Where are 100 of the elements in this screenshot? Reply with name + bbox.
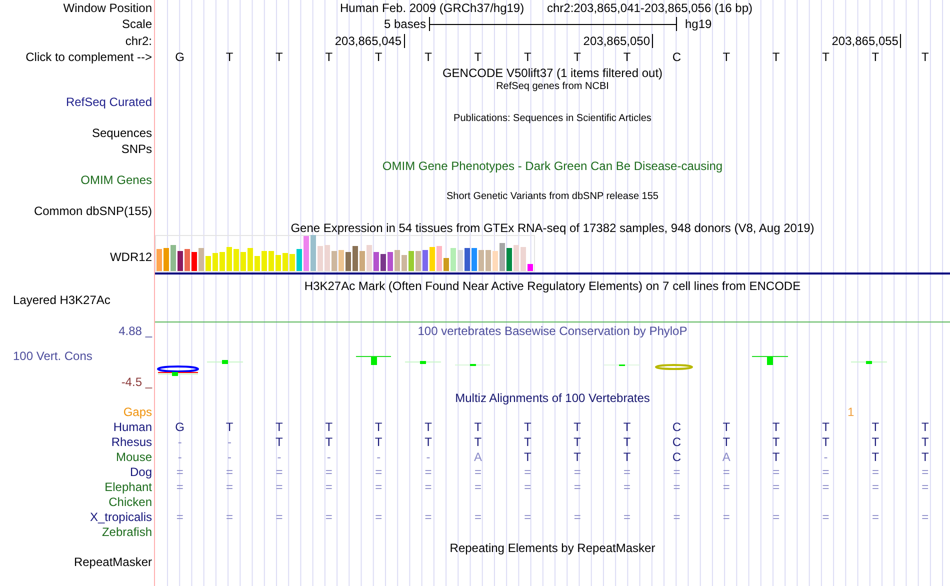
species-label[interactable]: Human [113,420,152,434]
aligned-base: T [722,420,730,434]
aligned-base: T [921,450,929,464]
ruler-tick-label: 203,865,055 [832,34,902,48]
aligned-base: T [623,420,631,434]
aligned-base: = [176,465,184,479]
track-label[interactable]: 100 Vert. Cons [13,349,92,363]
base-letter[interactable]: T [474,50,482,64]
aligned-base: T [474,420,482,434]
axis-max-label: 4.88 _ [118,324,152,338]
track-title: Publications: Sequences in Scientific Articles [454,112,652,126]
aligned-base: = [325,465,332,479]
track-label[interactable]: OMIM Genes [80,173,152,187]
species-label[interactable]: Chicken [108,495,152,509]
aligned-base: - [426,450,430,464]
aligned-base: C [672,420,682,434]
aligned-base: = [375,465,382,479]
species-label[interactable]: Rhesus [111,435,152,449]
aligned-base: = [922,480,929,494]
base-letter[interactable]: T [424,50,432,64]
aligned-base: - [178,450,182,464]
aligned-base: = [424,480,432,494]
base-letter[interactable]: T [772,50,780,64]
aligned-base: = [375,510,382,524]
track-label[interactable]: Layered H3K27Ac [13,293,110,307]
scale-assembly: hg19 [685,17,712,31]
base-letter[interactable]: T [872,50,880,64]
aligned-base: T [276,420,283,434]
base-letter[interactable]: T [524,50,532,64]
aligned-base: T [921,420,929,434]
base-letter[interactable]: C [672,50,682,64]
aligned-base: = [922,465,929,479]
base-letter[interactable]: T [623,50,631,64]
aligned-base: = [772,510,780,524]
aligned-base: = [772,465,780,479]
track-label[interactable]: SNPs [121,142,152,156]
track-label[interactable]: WDR12 [110,250,152,264]
aligned-base: = [226,510,234,524]
aligned-base: = [673,480,680,494]
aligned-base: = [226,465,234,479]
aligned-base: = [722,465,730,479]
aligned-base: - [376,450,381,464]
aligned-base: T [921,435,929,449]
base-letter[interactable]: T [226,50,234,64]
track-label[interactable]: Sequences [92,126,152,140]
complement-link[interactable]: Click to complement --> [26,50,152,64]
aligned-base: = [822,510,830,524]
aligned-base: T [424,420,432,434]
aligned-base: T [574,450,582,464]
axis-min-label: -4.5 _ [121,375,152,389]
aligned-base: G [175,420,185,434]
aligned-base: = [474,480,482,494]
position-text: chr2:203,865,041-203,865,056 (16 bp) [547,1,752,15]
aligned-base: = [176,480,184,494]
aligned-base: = [524,480,532,494]
species-label[interactable]: Mouse [116,450,152,464]
aligned-base: T [822,435,830,449]
species-label[interactable]: Elephant [104,480,152,494]
base-letter[interactable]: T [325,50,333,64]
aligned-base: T [772,435,780,449]
track-title: Repeating Elements by RepeatMasker [450,541,656,555]
aligned-base: = [722,510,730,524]
base-letter[interactable]: G [175,50,185,64]
aligned-base: = [474,465,482,479]
track-label[interactable]: RepeatMasker [74,555,152,569]
aligned-base: = [872,465,879,479]
aligned-base: = [722,480,730,494]
track-label[interactable]: RefSeq Curated [66,95,152,109]
aligned-base: T [226,420,234,434]
aligned-base: = [673,510,680,524]
aligned-base: = [375,480,382,494]
aligned-base: T [872,450,880,464]
base-letter[interactable]: T [722,50,730,64]
aligned-base: - [178,435,182,449]
base-letter[interactable]: T [574,50,582,64]
aligned-base: T [574,435,582,449]
track-title: GENCODE V50lift37 (1 items filtered out) [442,66,663,80]
aligned-base: - [228,435,232,449]
aligned-base: - [326,450,331,464]
base-letter[interactable]: T [822,50,830,64]
aligned-base: = [176,510,184,524]
aligned-base: = [922,510,929,524]
track-label[interactable]: Common dbSNP(155) [34,204,152,218]
base-letter[interactable]: T [374,50,382,64]
base-letter[interactable]: T [276,50,283,64]
species-label[interactable]: Dog [130,465,152,479]
aligned-base: T [524,435,532,449]
aligned-base: = [474,510,482,524]
species-label[interactable]: Zebrafish [102,525,152,539]
row-label: chr2: [125,34,152,48]
aligned-base: = [772,480,780,494]
aligned-base: = [574,480,581,494]
base-letter[interactable]: T [921,50,929,64]
aligned-base: = [574,510,581,524]
aligned-base: T [424,435,432,449]
aligned-base: = [524,465,532,479]
aligned-base: T [374,435,382,449]
species-label[interactable]: X_tropicalis [90,510,152,524]
aligned-base: = [624,510,631,524]
aligned-base: = [574,465,581,479]
